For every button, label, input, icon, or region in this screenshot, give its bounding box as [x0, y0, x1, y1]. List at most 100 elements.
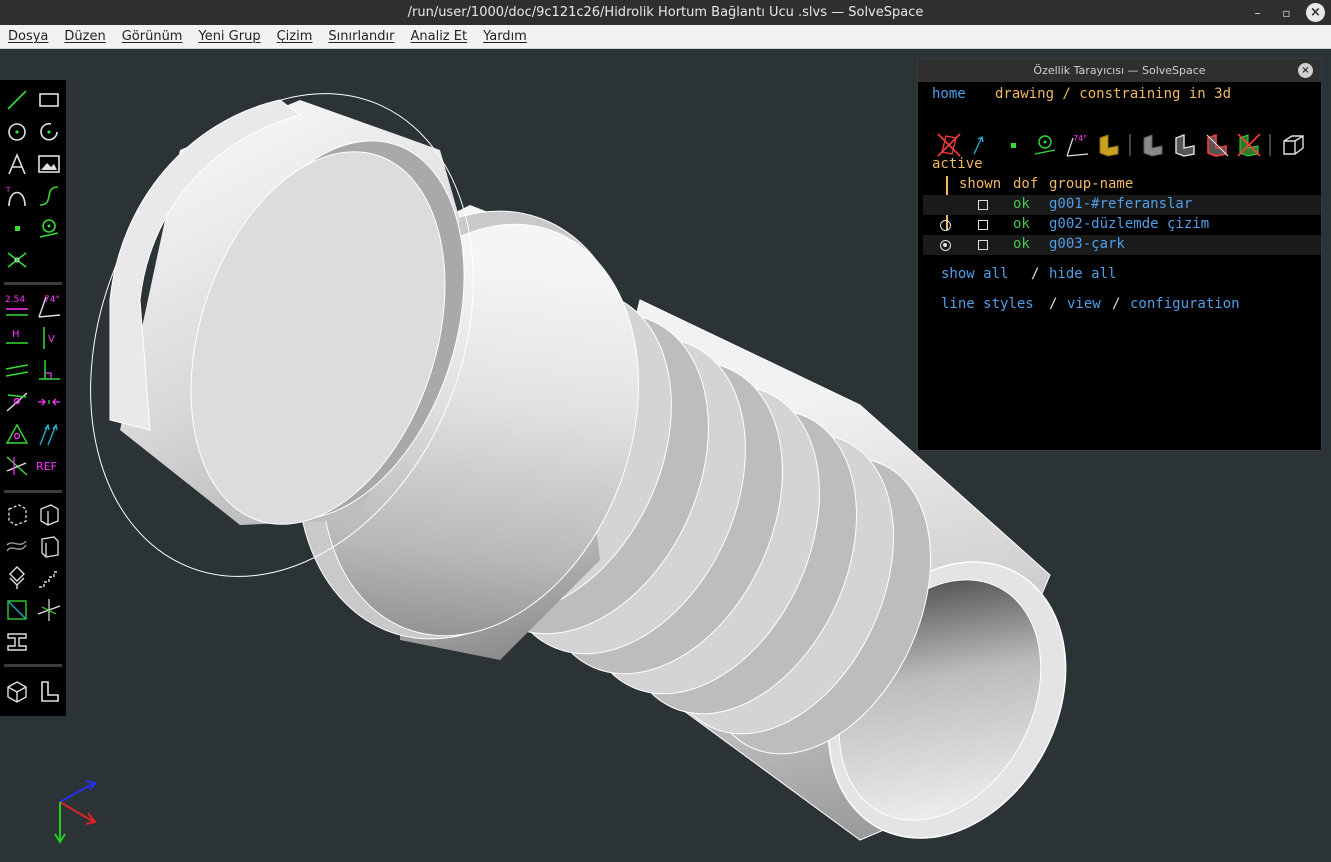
image-icon[interactable] — [35, 150, 63, 178]
show-workplanes-icon[interactable] — [936, 132, 962, 158]
point-icon[interactable] — [3, 214, 31, 242]
toolbar-separator — [4, 664, 62, 667]
show-points-icon[interactable] — [1000, 132, 1026, 158]
close-icon[interactable]: × — [1298, 63, 1313, 78]
revolve-icon[interactable] — [35, 532, 63, 560]
active-label: active — [932, 156, 983, 172]
menu-duzen[interactable]: Düzen — [56, 29, 113, 44]
svg-text:REF: REF — [36, 460, 57, 473]
menu-dosya[interactable]: Dosya — [0, 29, 56, 44]
step-rotate-icon[interactable] — [3, 564, 31, 592]
svg-text:T: T — [5, 186, 11, 194]
group-name-link[interactable]: g003-çark — [1049, 236, 1125, 252]
arc-icon[interactable] — [35, 118, 63, 146]
column-dof: dof — [1013, 176, 1039, 192]
show-all-link[interactable]: show all — [941, 266, 1008, 282]
hide-all-link[interactable]: hide all — [1049, 266, 1116, 282]
menu-sinirlandir[interactable]: Sınırlandır — [320, 29, 402, 44]
active-radio[interactable] — [940, 220, 951, 231]
extrude-icon[interactable] — [3, 500, 31, 528]
menu-yardim[interactable]: Yardım — [475, 29, 535, 44]
menu-gorunum[interactable]: Görünüm — [114, 29, 191, 44]
menu-bar: Dosya Düzen Görünüm Yeni Grup Çizim Sını… — [0, 25, 1331, 49]
distance-constraint-icon[interactable]: 2.54 — [3, 292, 31, 320]
nearest-isometric-icon[interactable] — [35, 596, 63, 624]
link-separator: / — [1112, 296, 1121, 312]
workplane-icon[interactable] — [35, 214, 63, 242]
group-row[interactable]: ok g002-düzlemde çizim — [923, 215, 1321, 235]
rectangle-icon[interactable] — [35, 86, 63, 114]
lathe-icon[interactable] — [35, 500, 63, 528]
toolbar-separator — [4, 490, 62, 493]
bezier-icon[interactable] — [35, 182, 63, 210]
active-radio[interactable] — [940, 240, 951, 251]
svg-text:2.54: 2.54 — [5, 295, 25, 305]
group-row[interactable]: ok g003-çark — [923, 235, 1321, 255]
equal-icon[interactable] — [3, 420, 31, 448]
horizontal-icon[interactable]: H — [3, 324, 31, 352]
point-on-line-icon[interactable] — [3, 388, 31, 416]
column-group-name: group-name — [1049, 176, 1134, 192]
menu-analiz-et[interactable]: Analiz Et — [402, 29, 475, 44]
close-icon[interactable]: × — [1306, 3, 1325, 22]
other-angle-icon[interactable] — [3, 452, 31, 480]
shown-checkbox[interactable] — [978, 220, 988, 230]
step-translate-icon[interactable] — [35, 564, 63, 592]
show-shaded-icon[interactable] — [1140, 132, 1166, 158]
angle-constraint-icon[interactable]: 74° — [35, 292, 63, 320]
menu-yeni-grup[interactable]: Yeni Grup — [190, 29, 268, 44]
assembly-icon[interactable] — [3, 678, 31, 706]
show-normals-icon[interactable] — [968, 132, 994, 158]
split-curves-icon[interactable] — [3, 246, 31, 274]
home-link[interactable]: home — [932, 86, 966, 102]
property-browser-titlebar: Özellik Tarayıcısı — SolveSpace × — [918, 59, 1321, 82]
toolbar-separator — [4, 282, 62, 285]
svg-text:74°: 74° — [44, 295, 60, 305]
view-link[interactable]: view — [1067, 296, 1101, 312]
group-name-link[interactable]: g002-düzlemde çizim — [1049, 216, 1209, 232]
maximize-icon[interactable]: ▫ — [1277, 3, 1296, 22]
show-hidden-lines-icon[interactable] — [1236, 132, 1262, 158]
helix-icon[interactable] — [3, 532, 31, 560]
link-separator: / — [1031, 266, 1040, 282]
new-workplane-icon[interactable] — [3, 596, 31, 624]
line-icon[interactable] — [3, 86, 31, 114]
same-orientation-icon[interactable] — [35, 420, 63, 448]
shown-checkbox[interactable] — [978, 240, 988, 250]
shown-checkbox[interactable] — [978, 200, 988, 210]
group-dof: ok — [1013, 196, 1030, 212]
line-styles-link[interactable]: line styles — [941, 296, 1034, 312]
parallel-icon[interactable] — [3, 356, 31, 384]
window-controls: – ▫ × — [1248, 3, 1325, 22]
show-edges-icon[interactable] — [1172, 132, 1198, 158]
section-icon[interactable] — [3, 628, 31, 656]
perpendicular-icon[interactable] — [35, 356, 63, 384]
link-separator: / — [1049, 296, 1058, 312]
left-toolbar: T 2.54 74° H V REF — [0, 80, 66, 716]
circle-icon[interactable] — [3, 118, 31, 146]
text-icon[interactable] — [3, 150, 31, 178]
svg-text:74°: 74° — [1073, 134, 1087, 143]
group-row[interactable]: ok g001-#referanslar — [923, 195, 1321, 215]
svg-text:H: H — [12, 329, 20, 340]
reference-icon[interactable]: REF — [35, 452, 63, 480]
perspective-icon[interactable] — [1280, 132, 1306, 158]
show-constraints-icon[interactable]: 74° — [1064, 132, 1090, 158]
minimize-icon[interactable]: – — [1248, 3, 1267, 22]
menu-cizim[interactable]: Çizim — [269, 29, 321, 44]
toolbar-separator — [1269, 134, 1271, 156]
property-browser-window: Özellik Tarayıcısı — SolveSpace × home d… — [917, 58, 1322, 451]
group-name-link[interactable]: g001-#referanslar — [1049, 196, 1192, 212]
show-construction-icon[interactable] — [1032, 132, 1058, 158]
group-dof: ok — [1013, 236, 1030, 252]
sketch-workplane-icon[interactable] — [35, 678, 63, 706]
show-outlines-icon[interactable] — [1204, 132, 1230, 158]
configuration-link[interactable]: configuration — [1130, 296, 1240, 312]
window-titlebar: /run/user/1000/doc/9c121c26/Hidrolik Hor… — [0, 0, 1331, 25]
toolbar-separator — [1129, 134, 1131, 156]
tangent-arc-icon[interactable]: T — [3, 182, 31, 210]
vertical-icon[interactable]: V — [35, 324, 63, 352]
show-faces-icon[interactable] — [1096, 132, 1122, 158]
svg-text:V: V — [48, 334, 55, 345]
symmetric-icon[interactable] — [35, 388, 63, 416]
